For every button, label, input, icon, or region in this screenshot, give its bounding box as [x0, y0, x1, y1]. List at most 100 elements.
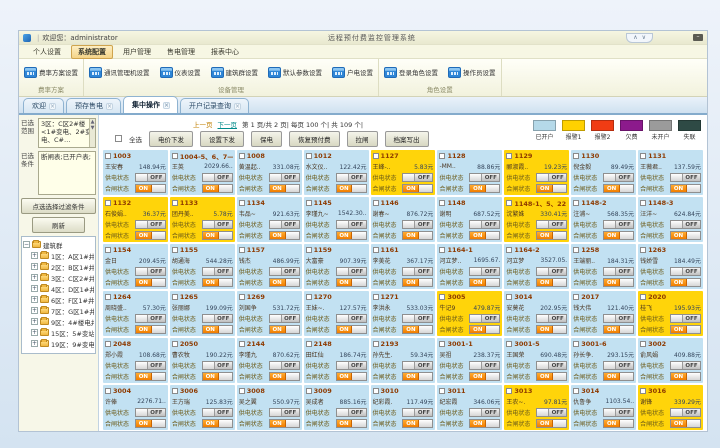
- switch-toggle[interactable]: ON: [269, 419, 300, 428]
- meter-card[interactable]: 1264 周晓盛.. 57.30元 供电状态 OFF: [103, 291, 168, 336]
- card-checkbox[interactable]: [105, 341, 111, 347]
- meter-card[interactable]: 1148-1、5、22 沈繁姝 330.41元 供电状态 OFF: [504, 197, 569, 242]
- meter-card[interactable]: 2020 桂飞 195.93元 供电状态 OFF: [638, 291, 703, 336]
- switch-toggle[interactable]: ON: [269, 372, 300, 381]
- switch-toggle[interactable]: ON: [135, 278, 166, 287]
- supply-toggle[interactable]: OFF: [536, 408, 567, 417]
- refresh-button[interactable]: 刷新: [32, 217, 85, 233]
- tree-root[interactable]: − 建筑群: [23, 239, 94, 250]
- card-checkbox[interactable]: [573, 153, 579, 159]
- tree-item[interactable]: + 3区：C区2#井（1…: [23, 272, 94, 283]
- card-checkbox[interactable]: [373, 294, 379, 300]
- meter-card[interactable]: 3001-5 王国荣 690.48元 供电状态 OFF: [504, 338, 569, 383]
- card-checkbox[interactable]: [172, 247, 178, 253]
- meter-card[interactable]: 1131 王薇君.. 137.59元 供电状态 OFF: [638, 150, 703, 195]
- meter-card[interactable]: 1134 韦品~ 921.63元 供电状态 OFF: [237, 197, 302, 242]
- tree-item[interactable]: + 1区：A区1#井: [23, 250, 94, 261]
- meter-card[interactable]: 1164-1 河立梦.. 1695.67. 供电状态 OFF: [437, 244, 502, 289]
- supply-toggle[interactable]: OFF: [202, 408, 233, 417]
- switch-toggle[interactable]: ON: [402, 278, 433, 287]
- supply-toggle[interactable]: OFF: [402, 408, 433, 417]
- meter-card[interactable]: 2193 孙先生. 59.34元 供电状态 OFF: [371, 338, 436, 383]
- collapse-icon[interactable]: −: [23, 241, 30, 248]
- supply-toggle[interactable]: OFF: [135, 173, 166, 182]
- meter-card[interactable]: 1008 黄温起.. 331.08元 供电状态 OFF: [237, 150, 302, 195]
- supply-toggle[interactable]: OFF: [670, 408, 701, 417]
- supply-toggle[interactable]: OFF: [469, 220, 500, 229]
- switch-toggle[interactable]: ON: [202, 372, 233, 381]
- scroll-down-icon[interactable]: ▼: [91, 125, 95, 131]
- switch-toggle[interactable]: ON: [670, 325, 701, 334]
- expand-icon[interactable]: +: [31, 329, 38, 336]
- card-checkbox[interactable]: [105, 247, 111, 253]
- expand-icon[interactable]: +: [31, 296, 38, 303]
- meter-card[interactable]: 1265 张丽娜 199.09元 供电状态 OFF: [170, 291, 235, 336]
- card-checkbox[interactable]: [306, 294, 312, 300]
- card-checkbox[interactable]: [172, 341, 178, 347]
- meter-card[interactable]: 1133 团丹美.. 5.78元 供电状态 OFF: [170, 197, 235, 242]
- ribbon-button[interactable]: 默认参数设置: [266, 65, 324, 80]
- expand-icon[interactable]: +: [31, 252, 38, 259]
- meter-card[interactable]: 1271 李洪永 533.03元 供电状态 OFF: [371, 291, 436, 336]
- meter-card[interactable]: 1154 金日 209.45元 供电状态 OFF: [103, 244, 168, 289]
- meter-card[interactable]: 2048 郑小霞 108.68元 供电状态 OFF: [103, 338, 168, 383]
- menu-item[interactable]: 售电管理: [161, 46, 201, 58]
- card-checkbox[interactable]: [239, 153, 245, 159]
- expand-icon[interactable]: +: [31, 307, 38, 314]
- card-checkbox[interactable]: [239, 388, 245, 394]
- tree-item[interactable]: + 6区：F区1#井（F…: [23, 294, 94, 305]
- supply-toggle[interactable]: OFF: [536, 361, 567, 370]
- meter-card[interactable]: 1157 钱杰 486.99元 供电状态 OFF: [237, 244, 302, 289]
- switch-toggle[interactable]: ON: [670, 419, 701, 428]
- supply-toggle[interactable]: OFF: [269, 220, 300, 229]
- card-checkbox[interactable]: [640, 294, 646, 300]
- quick-up-icon[interactable]: ∧: [633, 34, 637, 41]
- minimize-button[interactable]: –: [693, 34, 703, 41]
- selected-range-box[interactable]: 3区：C区2#楼 <1#变电、2#变电、C#… ▲ ▼: [38, 118, 96, 148]
- pick-filter-button[interactable]: 点选选择过滤条件: [21, 198, 96, 214]
- tree-item[interactable]: + 7区：G区1#井: [23, 305, 94, 316]
- meter-card[interactable]: 1270 王妹~. 127.57元 供电状态 OFF: [304, 291, 369, 336]
- meter-card[interactable]: 1132 石俊娟.. 36.37元 供电状态 OFF: [103, 197, 168, 242]
- card-checkbox[interactable]: [640, 200, 646, 206]
- meter-card[interactable]: 1263 钱娇雪 184.49元 供电状态 OFF: [638, 244, 703, 289]
- supply-toggle[interactable]: OFF: [269, 361, 300, 370]
- card-checkbox[interactable]: [640, 247, 646, 253]
- meter-card[interactable]: 3014 仇鲁争 1103.54.. 供电状态 OFF: [571, 385, 636, 430]
- meter-card[interactable]: 3009 吴成者 885.16元 供电状态 OFF: [304, 385, 369, 430]
- card-checkbox[interactable]: [105, 388, 111, 394]
- card-checkbox[interactable]: [506, 341, 512, 347]
- card-checkbox[interactable]: [373, 200, 379, 206]
- select-all-checkbox[interactable]: [115, 135, 122, 142]
- meter-card[interactable]: 1003 王安春 148.94元 供电状态 OFF: [103, 150, 168, 195]
- card-checkbox[interactable]: [172, 153, 178, 159]
- switch-toggle[interactable]: ON: [202, 184, 233, 193]
- switch-toggle[interactable]: ON: [336, 325, 367, 334]
- ribbon-button[interactable]: 仪表设置: [158, 65, 203, 80]
- switch-toggle[interactable]: ON: [469, 231, 500, 240]
- switch-toggle[interactable]: ON: [269, 231, 300, 240]
- supply-toggle[interactable]: OFF: [402, 173, 433, 182]
- supply-toggle[interactable]: OFF: [402, 267, 433, 276]
- card-checkbox[interactable]: [506, 153, 512, 159]
- supply-toggle[interactable]: OFF: [536, 220, 567, 229]
- meter-card[interactable]: 3001-1 吴祖 238.37元 供电状态 OFF: [437, 338, 502, 383]
- switch-toggle[interactable]: ON: [202, 231, 233, 240]
- supply-toggle[interactable]: OFF: [336, 173, 367, 182]
- switch-toggle[interactable]: ON: [670, 231, 701, 240]
- supply-toggle[interactable]: OFF: [269, 267, 300, 276]
- switch-toggle[interactable]: ON: [336, 419, 367, 428]
- switch-toggle[interactable]: ON: [670, 184, 701, 193]
- ribbon-button[interactable]: 建筑群设置: [209, 65, 261, 80]
- switch-toggle[interactable]: ON: [135, 231, 166, 240]
- card-checkbox[interactable]: [439, 153, 445, 159]
- switch-toggle[interactable]: ON: [269, 184, 300, 193]
- quick-down-icon[interactable]: ∨: [642, 34, 646, 41]
- switch-toggle[interactable]: ON: [603, 278, 634, 287]
- menu-item[interactable]: 个人设置: [27, 46, 67, 58]
- card-checkbox[interactable]: [439, 341, 445, 347]
- meter-card[interactable]: 1161 李美花 367.17元 供电状态 OFF: [371, 244, 436, 289]
- meter-card[interactable]: 1129 郦淑霞.. 19.23元 供电状态 OFF: [504, 150, 569, 195]
- document-tab[interactable]: 预存售电 ×: [66, 98, 121, 113]
- meter-card[interactable]: 1159 大富豪 907.39元 供电状态 OFF: [304, 244, 369, 289]
